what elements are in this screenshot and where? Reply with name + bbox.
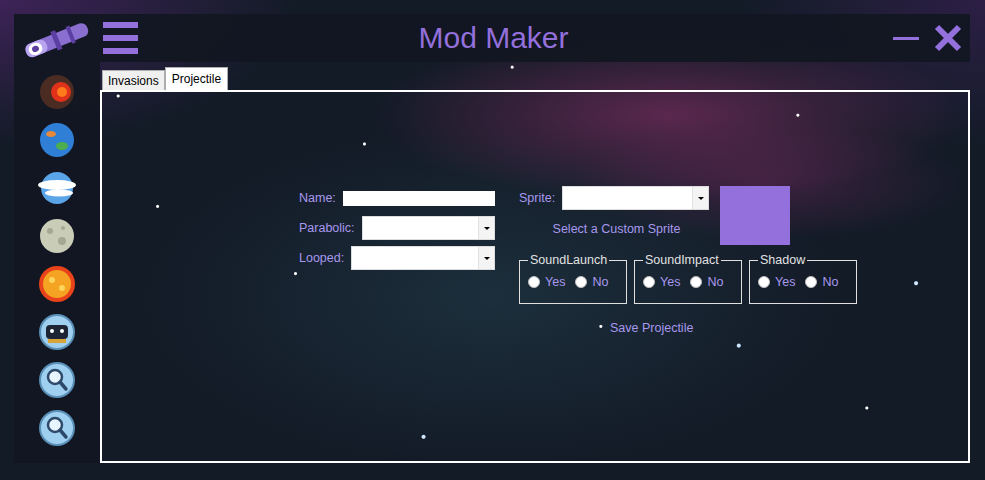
field-label: Name:: [299, 191, 336, 205]
content: InvasionsProjectile Name: Parabolic: Looped…: [100, 62, 970, 463]
field-row: Parabolic:: [299, 216, 495, 240]
search-icon: [37, 360, 77, 400]
radio-option[interactable]: Yes: [758, 275, 795, 289]
sidebar-item[interactable]: [37, 408, 77, 448]
sidebar-item[interactable]: [37, 264, 77, 304]
app-background: Mod Maker InvasionsProjectile Name: Parabol…: [0, 0, 985, 480]
field-column: Name: Parabolic: Looped:: [299, 186, 495, 270]
group-legend: SoundLaunch: [528, 253, 609, 267]
minimize-icon: [893, 37, 919, 40]
select-input[interactable]: [362, 216, 495, 240]
cloud-planet-icon: [37, 168, 77, 208]
dropdown-button[interactable]: [478, 217, 494, 239]
option-groups: SoundLaunch Yes No SoundImpact Yes No Shadow Ye…: [519, 253, 859, 304]
dropdown-arrow-icon: [484, 257, 490, 260]
dropdown-arrow-icon: [484, 227, 490, 230]
save-row: Save Projectile: [519, 321, 859, 335]
app-window: Mod Maker InvasionsProjectile Name: Parabol…: [14, 14, 970, 463]
option-group: SoundLaunch Yes No: [519, 253, 627, 304]
group-legend: SoundImpact: [643, 253, 721, 267]
field-row: Name:: [299, 186, 495, 210]
option-group: SoundImpact Yes No: [634, 253, 742, 304]
radio-button[interactable]: [805, 276, 817, 288]
logo: [14, 14, 100, 62]
radio-option[interactable]: No: [575, 275, 608, 289]
group-legend: Shadow: [758, 253, 807, 267]
sidebar-item[interactable]: [37, 168, 77, 208]
sprite-select[interactable]: [562, 186, 709, 210]
text-input[interactable]: [343, 191, 495, 206]
projectile-panel: Name: Parabolic: Looped: Sprite: Select a Cu…: [100, 90, 970, 463]
field-row: Looped:: [299, 246, 495, 270]
title-bar: Mod Maker: [14, 14, 970, 62]
radio-button[interactable]: [575, 276, 587, 288]
field-label: Parabolic:: [299, 221, 355, 235]
radio-option[interactable]: No: [690, 275, 723, 289]
sprite-picker: Sprite: Select a Custom Sprite: [519, 186, 714, 236]
ocean-planet-icon: [37, 120, 77, 160]
tab[interactable]: Invasions: [102, 70, 165, 90]
sidebar-item[interactable]: [37, 72, 77, 112]
sidebar-item[interactable]: [37, 120, 77, 160]
sprite-row: Sprite: Select a Custom Sprite: [519, 186, 859, 245]
sun-icon: [37, 264, 77, 304]
field-label: Sprite:: [519, 191, 555, 205]
telescope-logo-icon: [17, 16, 97, 60]
lava-planet-icon: [37, 72, 77, 112]
menu-button[interactable]: [103, 22, 139, 54]
radio-option[interactable]: Yes: [528, 275, 565, 289]
sidebar-item[interactable]: [37, 216, 77, 256]
sprite-column: Sprite: Select a Custom Sprite SoundLaunch…: [519, 186, 859, 335]
sprite-preview: [720, 186, 790, 245]
field-label: Looped:: [299, 251, 344, 265]
sidebar-item[interactable]: [37, 312, 77, 352]
moon-icon: [37, 216, 77, 256]
select-input[interactable]: [351, 246, 495, 270]
menu-bar: [103, 35, 138, 41]
custom-sprite-link[interactable]: Select a Custom Sprite: [553, 222, 681, 236]
radio-option[interactable]: Yes: [643, 275, 680, 289]
close-icon: [933, 23, 963, 53]
tab-strip: InvasionsProjectile: [100, 68, 970, 90]
search-icon: [37, 408, 77, 448]
radio-button[interactable]: [758, 276, 770, 288]
radio-button[interactable]: [690, 276, 702, 288]
menu-bar: [103, 22, 138, 28]
dropdown-arrow-icon: [698, 197, 704, 200]
option-group: Shadow Yes No: [749, 253, 857, 304]
window-title: Mod Maker: [139, 21, 888, 55]
dropdown-button[interactable]: [692, 187, 708, 209]
save-button[interactable]: Save Projectile: [610, 321, 693, 335]
tab[interactable]: Projectile: [165, 67, 228, 90]
close-button[interactable]: [930, 20, 966, 56]
minimize-button[interactable]: [888, 20, 924, 56]
menu-bar: [103, 48, 138, 54]
radio-button[interactable]: [643, 276, 655, 288]
radio-button[interactable]: [528, 276, 540, 288]
space-station-icon: [37, 312, 77, 352]
dropdown-button[interactable]: [478, 247, 494, 269]
radio-option[interactable]: No: [805, 275, 838, 289]
sidebar: [14, 62, 100, 463]
sidebar-item[interactable]: [37, 360, 77, 400]
field-row: Sprite:: [519, 186, 714, 210]
window-body: InvasionsProjectile Name: Parabolic: Looped…: [14, 62, 970, 463]
